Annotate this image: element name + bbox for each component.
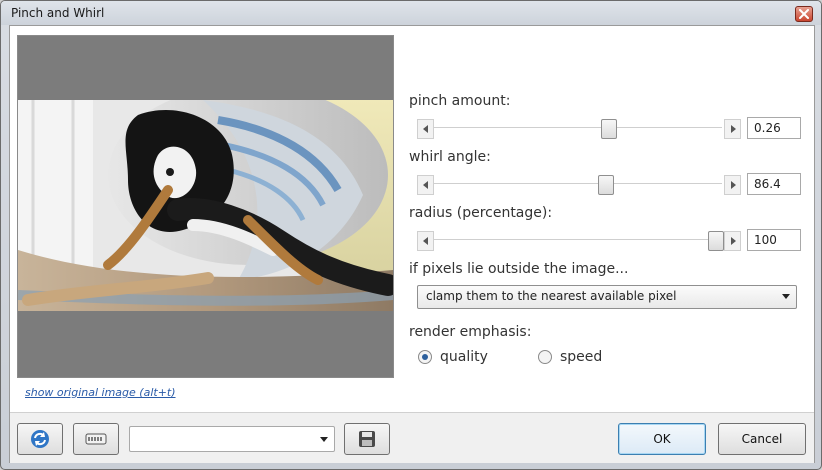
dice-icon [85, 433, 107, 445]
ok-button[interactable]: OK [618, 423, 706, 455]
outside-pixels-dropdown[interactable]: clamp them to the nearest available pixe… [417, 285, 797, 309]
radio-quality[interactable]: quality [418, 349, 488, 365]
radio-speed-indicator[interactable] [538, 350, 552, 364]
whirl-thumb[interactable] [598, 175, 615, 195]
dialog-client-area: show original image (alt+t) pinch amount… [9, 25, 815, 463]
reset-button[interactable] [17, 423, 63, 455]
save-preset-button[interactable] [344, 423, 390, 455]
arrow-left-icon [422, 125, 428, 133]
show-original-link[interactable]: show original image (alt+t) [25, 386, 176, 399]
render-emphasis-label: render emphasis: [409, 324, 532, 340]
radius-track[interactable] [434, 239, 722, 240]
arrow-right-icon [730, 237, 736, 245]
chevron-down-icon [782, 294, 790, 299]
radius-input[interactable]: 100 [747, 229, 801, 251]
arrow-right-icon [730, 125, 736, 133]
cancel-button[interactable]: Cancel [718, 423, 806, 455]
chevron-down-icon [320, 437, 328, 442]
pinch-amount-label: pinch amount: [409, 93, 511, 109]
whirl-increment-button[interactable] [724, 175, 741, 195]
pinch-amount-input[interactable]: 0.26 [747, 117, 801, 139]
dialog-footer: OK Cancel [10, 412, 814, 463]
preview-image [18, 100, 393, 311]
preset-combobox[interactable] [129, 426, 335, 452]
preview-panel [17, 35, 394, 378]
radius-increment-button[interactable] [724, 231, 741, 251]
dialog-window: Pinch and Whirl show original image (alt… [0, 0, 822, 470]
radio-quality-label: quality [440, 349, 488, 365]
close-icon [799, 9, 809, 19]
pinch-amount-slider-row: 0.26 [417, 117, 805, 139]
radius-thumb[interactable] [708, 231, 724, 251]
radio-quality-indicator[interactable] [418, 350, 432, 364]
outside-pixels-selected: clamp them to the nearest available pixe… [426, 289, 677, 303]
radius-decrement-button[interactable] [417, 231, 434, 251]
whirl-angle-label: whirl angle: [409, 149, 491, 165]
pinch-thumb[interactable] [601, 119, 618, 139]
title-bar: Pinch and Whirl [1, 1, 821, 25]
window-title: Pinch and Whirl [11, 6, 105, 20]
save-icon [359, 431, 375, 447]
whirl-angle-slider-row: 86.4 [417, 173, 805, 195]
pinch-increment-button[interactable] [724, 119, 741, 139]
arrow-right-icon [730, 181, 736, 189]
arrow-left-icon [422, 237, 428, 245]
radius-slider-row: 100 [417, 229, 805, 251]
radio-selected-dot [422, 354, 428, 360]
outside-pixels-label: if pixels lie outside the image... [409, 261, 629, 277]
whirl-track[interactable] [434, 183, 722, 184]
whirl-decrement-button[interactable] [417, 175, 434, 195]
whirl-angle-input[interactable]: 86.4 [747, 173, 801, 195]
radius-label: radius (percentage): [409, 205, 553, 221]
refresh-icon [31, 430, 49, 448]
arrow-left-icon [422, 181, 428, 189]
radio-speed[interactable]: speed [538, 349, 602, 365]
pinch-track[interactable] [434, 127, 722, 128]
pinch-decrement-button[interactable] [417, 119, 434, 139]
radio-speed-label: speed [560, 349, 603, 365]
close-button[interactable] [795, 6, 813, 22]
randomize-button[interactable] [73, 423, 119, 455]
